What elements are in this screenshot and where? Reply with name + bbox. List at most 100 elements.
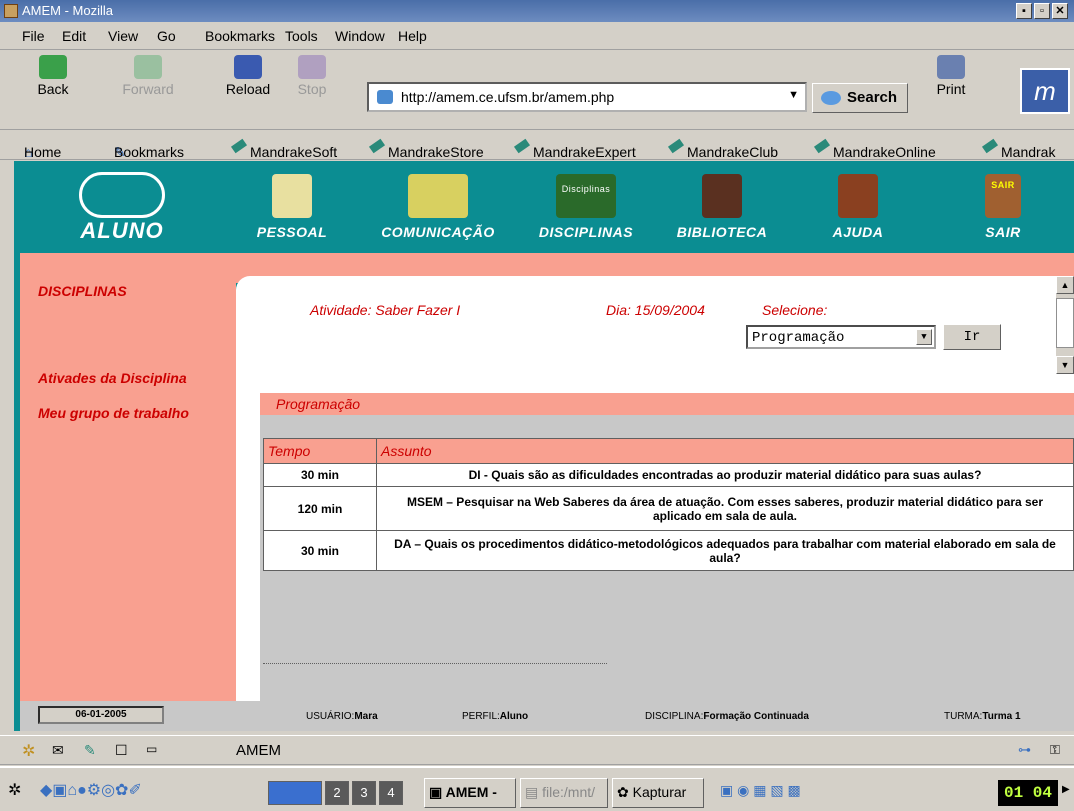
scroll-up-icon[interactable]: ▲ xyxy=(1056,276,1074,294)
start-menu-icon[interactable]: ✲ xyxy=(8,780,21,800)
desktop-4[interactable]: 4 xyxy=(379,781,403,805)
forward-arrow-icon xyxy=(134,55,162,79)
programacao-label: Programação xyxy=(276,396,361,412)
print-button[interactable]: Print xyxy=(928,55,974,97)
minimize-icon[interactable]: ▪ xyxy=(1016,3,1032,19)
chat-icon[interactable]: ▭ xyxy=(146,742,157,756)
table-row: 30 min DA – Quais os procedimentos didát… xyxy=(263,530,1074,571)
table-row: 30 min DI - Quais são as dificuldades en… xyxy=(263,463,1074,487)
file-task-icon: ▤ xyxy=(525,784,539,800)
column-header-assunto: Assunto xyxy=(376,438,1074,464)
menu-window[interactable]: Window xyxy=(335,28,385,44)
close-icon[interactable]: ✕ xyxy=(1052,3,1068,19)
chalkboard-icon: Disciplinas xyxy=(556,174,616,218)
menu-bookmarks[interactable]: Bookmarks xyxy=(205,28,275,44)
column-header-tempo: Tempo xyxy=(263,438,377,464)
connection-icon: ⊶ xyxy=(1018,742,1031,757)
url-text: http://amem.ce.ufsm.br/amem.php xyxy=(401,89,615,105)
task-amem[interactable]: ▣ AMEM - xyxy=(424,778,516,808)
scroll-thumb[interactable] xyxy=(1056,298,1074,348)
page-icon xyxy=(377,90,393,104)
bookmark-mandrakesoft[interactable]: MandrakeSoft xyxy=(230,137,337,160)
search-button[interactable]: Search xyxy=(812,83,908,113)
scroll-down-icon[interactable]: ▼ xyxy=(1056,356,1074,374)
help-book-icon xyxy=(838,174,878,218)
pen-icon xyxy=(230,139,248,154)
bookmarks-toolbar: ⌂ Home ✎ Bookmarks MandrakeSoft Mandrake… xyxy=(0,130,1074,160)
sidebar-item-grupo[interactable]: Meu grupo de trabalho xyxy=(38,405,189,421)
addressbook-icon[interactable]: ☐ xyxy=(115,742,128,759)
tray-icons[interactable]: ▣ ◉ ▦ ▧ ▩ xyxy=(720,782,801,799)
sidebar-title: DISCIPLINAS xyxy=(38,283,127,299)
window-titlebar[interactable]: AMEM - Mozilla ▪ ▫ ✕ xyxy=(0,0,1074,22)
back-button[interactable]: Back xyxy=(28,55,78,97)
kapturar-task-icon: ✿ xyxy=(617,784,629,800)
maximize-icon[interactable]: ▫ xyxy=(1034,3,1050,19)
reload-button[interactable]: Reload xyxy=(222,55,274,97)
taskbar: ✲ ◆▣⌂●⚙◎✿✐ 2 3 4 ▣ AMEM - ▤ file:/mnt/ ✿… xyxy=(0,766,1074,811)
frame-scrollbar[interactable]: ▲ ▼ xyxy=(1056,276,1074,374)
pen-icon xyxy=(368,139,386,154)
tempo-cell: 30 min xyxy=(263,463,377,487)
pen-icon xyxy=(981,139,999,154)
composer-icon[interactable]: ✎ xyxy=(84,742,96,759)
pen-icon xyxy=(667,139,685,154)
desktop-2[interactable]: 2 xyxy=(325,781,349,805)
stop-icon xyxy=(298,55,326,79)
desktop-3[interactable]: 3 xyxy=(352,781,376,805)
url-bar[interactable]: http://amem.ce.ufsm.br/amem.php ▼ xyxy=(367,82,807,112)
pen-icon xyxy=(513,139,531,154)
aluno-logo[interactable]: ALUNO xyxy=(62,172,182,248)
exit-door-icon: SAIR xyxy=(985,174,1021,218)
bookmark-mandrakestore[interactable]: MandrakeStore xyxy=(368,137,484,160)
search-icon xyxy=(821,91,841,105)
mozilla-task-icon: ▣ xyxy=(429,784,443,800)
ir-button[interactable]: Ir xyxy=(943,324,1001,350)
bookmark-mandrakeclub[interactable]: MandrakeClub xyxy=(667,137,778,160)
menu-file[interactable]: File xyxy=(22,28,45,44)
bookmark-mandrak[interactable]: Mandrak xyxy=(981,137,1055,160)
menu-help[interactable]: Help xyxy=(398,28,427,44)
date-box: 06-01-2005 xyxy=(38,706,164,724)
menu-bar: File Edit View Go Bookmarks Tools Window… xyxy=(0,22,1074,50)
stop-button[interactable]: Stop xyxy=(290,55,334,97)
desktop-1[interactable] xyxy=(268,781,322,805)
nav-ajuda[interactable]: AJUDA xyxy=(818,174,898,240)
mozilla-component-icon[interactable]: ✲ xyxy=(22,741,35,761)
nav-comunicacao[interactable]: COMUNICAÇÃO xyxy=(376,174,500,240)
menu-edit[interactable]: Edit xyxy=(62,28,86,44)
bookmark-mandrakeonline[interactable]: MandrakeOnline xyxy=(813,137,936,160)
menu-tools[interactable]: Tools xyxy=(285,28,318,44)
clock: 01 04 xyxy=(998,780,1058,806)
status-text: AMEM xyxy=(236,742,281,759)
atividade-label: Atividade: Saber Fazer I xyxy=(310,302,461,318)
task-kapturar[interactable]: ✿ Kapturar xyxy=(612,778,704,808)
mozilla-icon xyxy=(4,4,18,18)
launcher-icons[interactable]: ◆▣⌂●⚙◎✿✐ xyxy=(40,780,142,800)
sidebar-item-atividades[interactable]: Ativades da Disciplina xyxy=(38,370,187,386)
menu-view[interactable]: View xyxy=(108,28,138,44)
forward-button[interactable]: Forward xyxy=(118,55,178,97)
print-icon xyxy=(937,55,965,79)
schedule-table: Tempo Assunto 30 min DI - Quais são as d… xyxy=(263,438,1074,571)
nav-sair[interactable]: SAIR SAIR xyxy=(970,174,1036,240)
mail-icon[interactable]: ✉ xyxy=(52,742,64,759)
chevron-down-icon[interactable]: ▼ xyxy=(916,329,932,345)
window-title: AMEM - Mozilla xyxy=(22,3,114,18)
nav-biblioteca[interactable]: BIBLIOTECA xyxy=(668,174,776,240)
tempo-cell: 120 min xyxy=(263,486,377,531)
table-row: 120 min MSEM – Pesquisar na Web Saberes … xyxy=(263,486,1074,531)
chevron-right-icon[interactable]: ▶ xyxy=(1062,784,1070,795)
programacao-bar: Programação xyxy=(260,393,1074,415)
menu-go[interactable]: Go xyxy=(157,28,176,44)
perfil-status: PERFIL:Aluno xyxy=(462,711,529,722)
nav-disciplinas[interactable]: Disciplinas DISCIPLINAS xyxy=(524,174,648,240)
nav-pessoal[interactable]: PESSOAL xyxy=(244,174,340,240)
books-icon xyxy=(702,174,742,218)
folder-icon xyxy=(272,174,312,218)
sidebar xyxy=(20,253,236,701)
chevron-down-icon[interactable]: ▼ xyxy=(788,89,799,101)
activity-select[interactable]: Programação ▼ xyxy=(746,325,936,349)
bookmark-mandrakeexpert[interactable]: MandrakeExpert xyxy=(513,137,636,160)
task-file[interactable]: ▤ file:/mnt/ xyxy=(520,778,608,808)
